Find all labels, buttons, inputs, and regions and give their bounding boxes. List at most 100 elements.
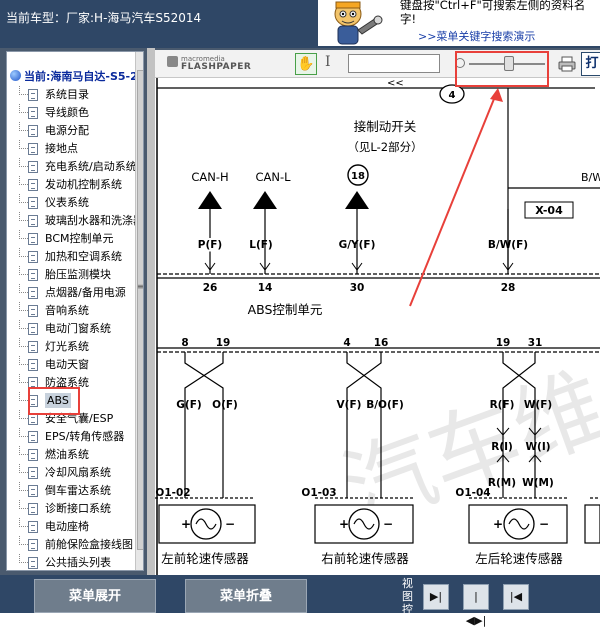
document-icon [28,485,38,497]
svg-text:+: + [339,517,349,531]
zoom-out-icon[interactable] [455,58,465,68]
sidebar-item[interactable]: 电动天窗 [7,356,135,374]
nav-both-button[interactable]: |◀▶| [463,584,489,627]
sidebar-item[interactable]: 导线颜色 [7,104,135,122]
pin-b1: 4 [343,337,350,349]
document-icon [28,89,38,101]
sidebar-item-label: 电动天窗 [45,358,89,371]
wire-c4-label: W(I) [525,441,550,453]
sidebar-item[interactable]: EPS/转角传感器 [7,428,135,446]
sidebar-item[interactable]: 倒车雷达系统 [7,482,135,500]
tree-branch-line [19,176,28,185]
document-icon [28,179,38,191]
sidebar-item[interactable]: 系统目录 [7,86,135,104]
document-icon [28,125,38,137]
sidebar-item-label: 发动机控制系统 [45,178,122,191]
document-icon [28,467,38,479]
tree-root[interactable]: 当前:海南马自达-S5-2014 [10,68,143,84]
sidebar-item[interactable]: 发动机控制系统 [7,176,135,194]
search-hint-text: 键盘按"Ctrl+F"可搜索左侧的资料名字! [400,0,586,26]
document-icon [28,539,38,551]
tree-branch-line [19,140,28,149]
sidebar-item-label: 前舱保险盒接线图 [45,538,133,551]
wire-c1-label: R(F) [490,399,515,411]
sidebar-item[interactable]: 电源分配 [7,122,135,140]
tree-branch-line [19,518,28,527]
menu-collapse-button[interactable]: 菜单折叠 [185,579,307,613]
sidebar-item[interactable]: 防盗系统 [7,374,135,392]
sensor-group-left-front: 8 19 G(F) O(F) O1-02 + − 左前轮速传感器 [155,337,256,566]
hint-panel: 键盘按"Ctrl+F"可搜索左侧的资料名字! >>菜单关键字搜索演示 [318,0,600,46]
sidebar-item[interactable]: 诊断接口系统 [7,500,135,518]
document-icon [28,377,38,389]
document-icon [28,521,38,533]
pin-26: 26 [203,282,218,294]
wire-a2-label: O(F) [212,399,238,411]
sidebar-item-label: 倒车雷达系统 [45,484,111,497]
tree-branch-line [19,122,28,131]
sidebar-tree-panel: 当前:海南马自达-S5-2014 系统目录导线颜色电源分配接地点充电系统/启动系… [6,51,144,571]
tree-branch-line [19,500,28,509]
sidebar-item[interactable]: 冷却风扇系统 [7,464,135,482]
nav-next-button[interactable]: ▶| [423,584,449,610]
brake-switch-ref: （见L-2部分） [347,140,422,154]
sidebar-item[interactable]: 灯光系统 [7,338,135,356]
viewer-left-scrollbar[interactable] [147,48,155,575]
sidebar-item[interactable]: 前舱保险盒接线图 [7,536,135,554]
search-demo-link[interactable]: >>菜单关键字搜索演示 [418,28,535,44]
sidebar-item[interactable]: BCM控制单元 [7,230,135,248]
document-icon [28,107,38,119]
zoom-slider[interactable] [455,54,549,74]
document-icon [28,233,38,245]
sidebar-item[interactable]: 音响系统 [7,302,135,320]
tree-branch-line [19,410,28,419]
sidebar-item[interactable]: 点烟器/备用电源 [7,284,135,302]
tree-branch-line [19,230,28,239]
nav-prev-button[interactable]: |◀ [503,584,529,610]
print-button[interactable]: 打 [581,52,600,76]
tree-branch-line [19,302,28,311]
printer-icon[interactable] [558,56,576,72]
document-icon [28,161,38,173]
tree-root-label: 当前:海南马自达-S5-2014 [24,70,143,83]
sidebar-item[interactable]: 胎压监测模块 [7,266,135,284]
can-l-label: CAN-L [255,170,291,184]
sidebar-item[interactable]: 安全气囊/ESP [7,410,135,428]
tree-branch-line [19,392,28,401]
sidebar-item[interactable]: 接地点 [7,140,135,158]
sidebar-item-label: ABS [45,393,71,408]
pin-30: 30 [350,282,365,294]
hand-tool-button[interactable]: ✋ [295,53,317,75]
document-icon [28,341,38,353]
document-icon [28,503,38,515]
search-input[interactable] [348,54,440,73]
document-icon [28,449,38,461]
can-l-arrow-icon [253,191,277,209]
sidebar-item[interactable]: 电动座椅 [7,518,135,536]
sidebar-item[interactable]: 燃油系统 [7,446,135,464]
sidebar-item-label: 导线颜色 [45,106,89,119]
tree-list: 系统目录导线颜色电源分配 接地点 充电系统/启动系统发动机控制系统仪表系统 玻璃刮水器… [7,86,143,570]
sidebar-item-label: EPS/转角传感器 [45,430,125,443]
sidebar-item[interactable]: 仪表系统 [7,194,135,212]
wire-lf-label: L(F) [249,239,272,251]
text-select-tool-button[interactable]: I [325,54,331,70]
sidebar-item-label: 加热和空调系统 [45,250,122,263]
menu-expand-button[interactable]: 菜单展开 [34,579,156,613]
sidebar-item[interactable]: 玻璃刮水器和洗涤器 [7,212,143,230]
tree-branch-line [19,446,28,455]
sidebar-item[interactable]: 充电系统/启动系统 [7,158,137,176]
sidebar-item[interactable]: 加热和空调系统 [7,248,135,266]
scroll-grip-icon: ≡ [137,282,144,291]
sidebar-item[interactable]: 电动门窗系统 [7,320,135,338]
sidebar-scrollbar-thumb[interactable] [137,70,143,550]
sidebar-scrollbar[interactable]: ≡ [135,52,144,570]
sensor-c-label: 左后轮速传感器 [475,551,563,566]
svg-text:−: − [225,517,235,531]
sidebar-item[interactable]: 公共插头列表 [7,554,135,570]
tree-branch-line [19,536,28,545]
mascot-icon [334,1,383,45]
sidebar-item[interactable]: ABS [7,392,135,410]
tree-branch-line [19,356,28,365]
zoom-slider-thumb[interactable] [504,56,514,71]
